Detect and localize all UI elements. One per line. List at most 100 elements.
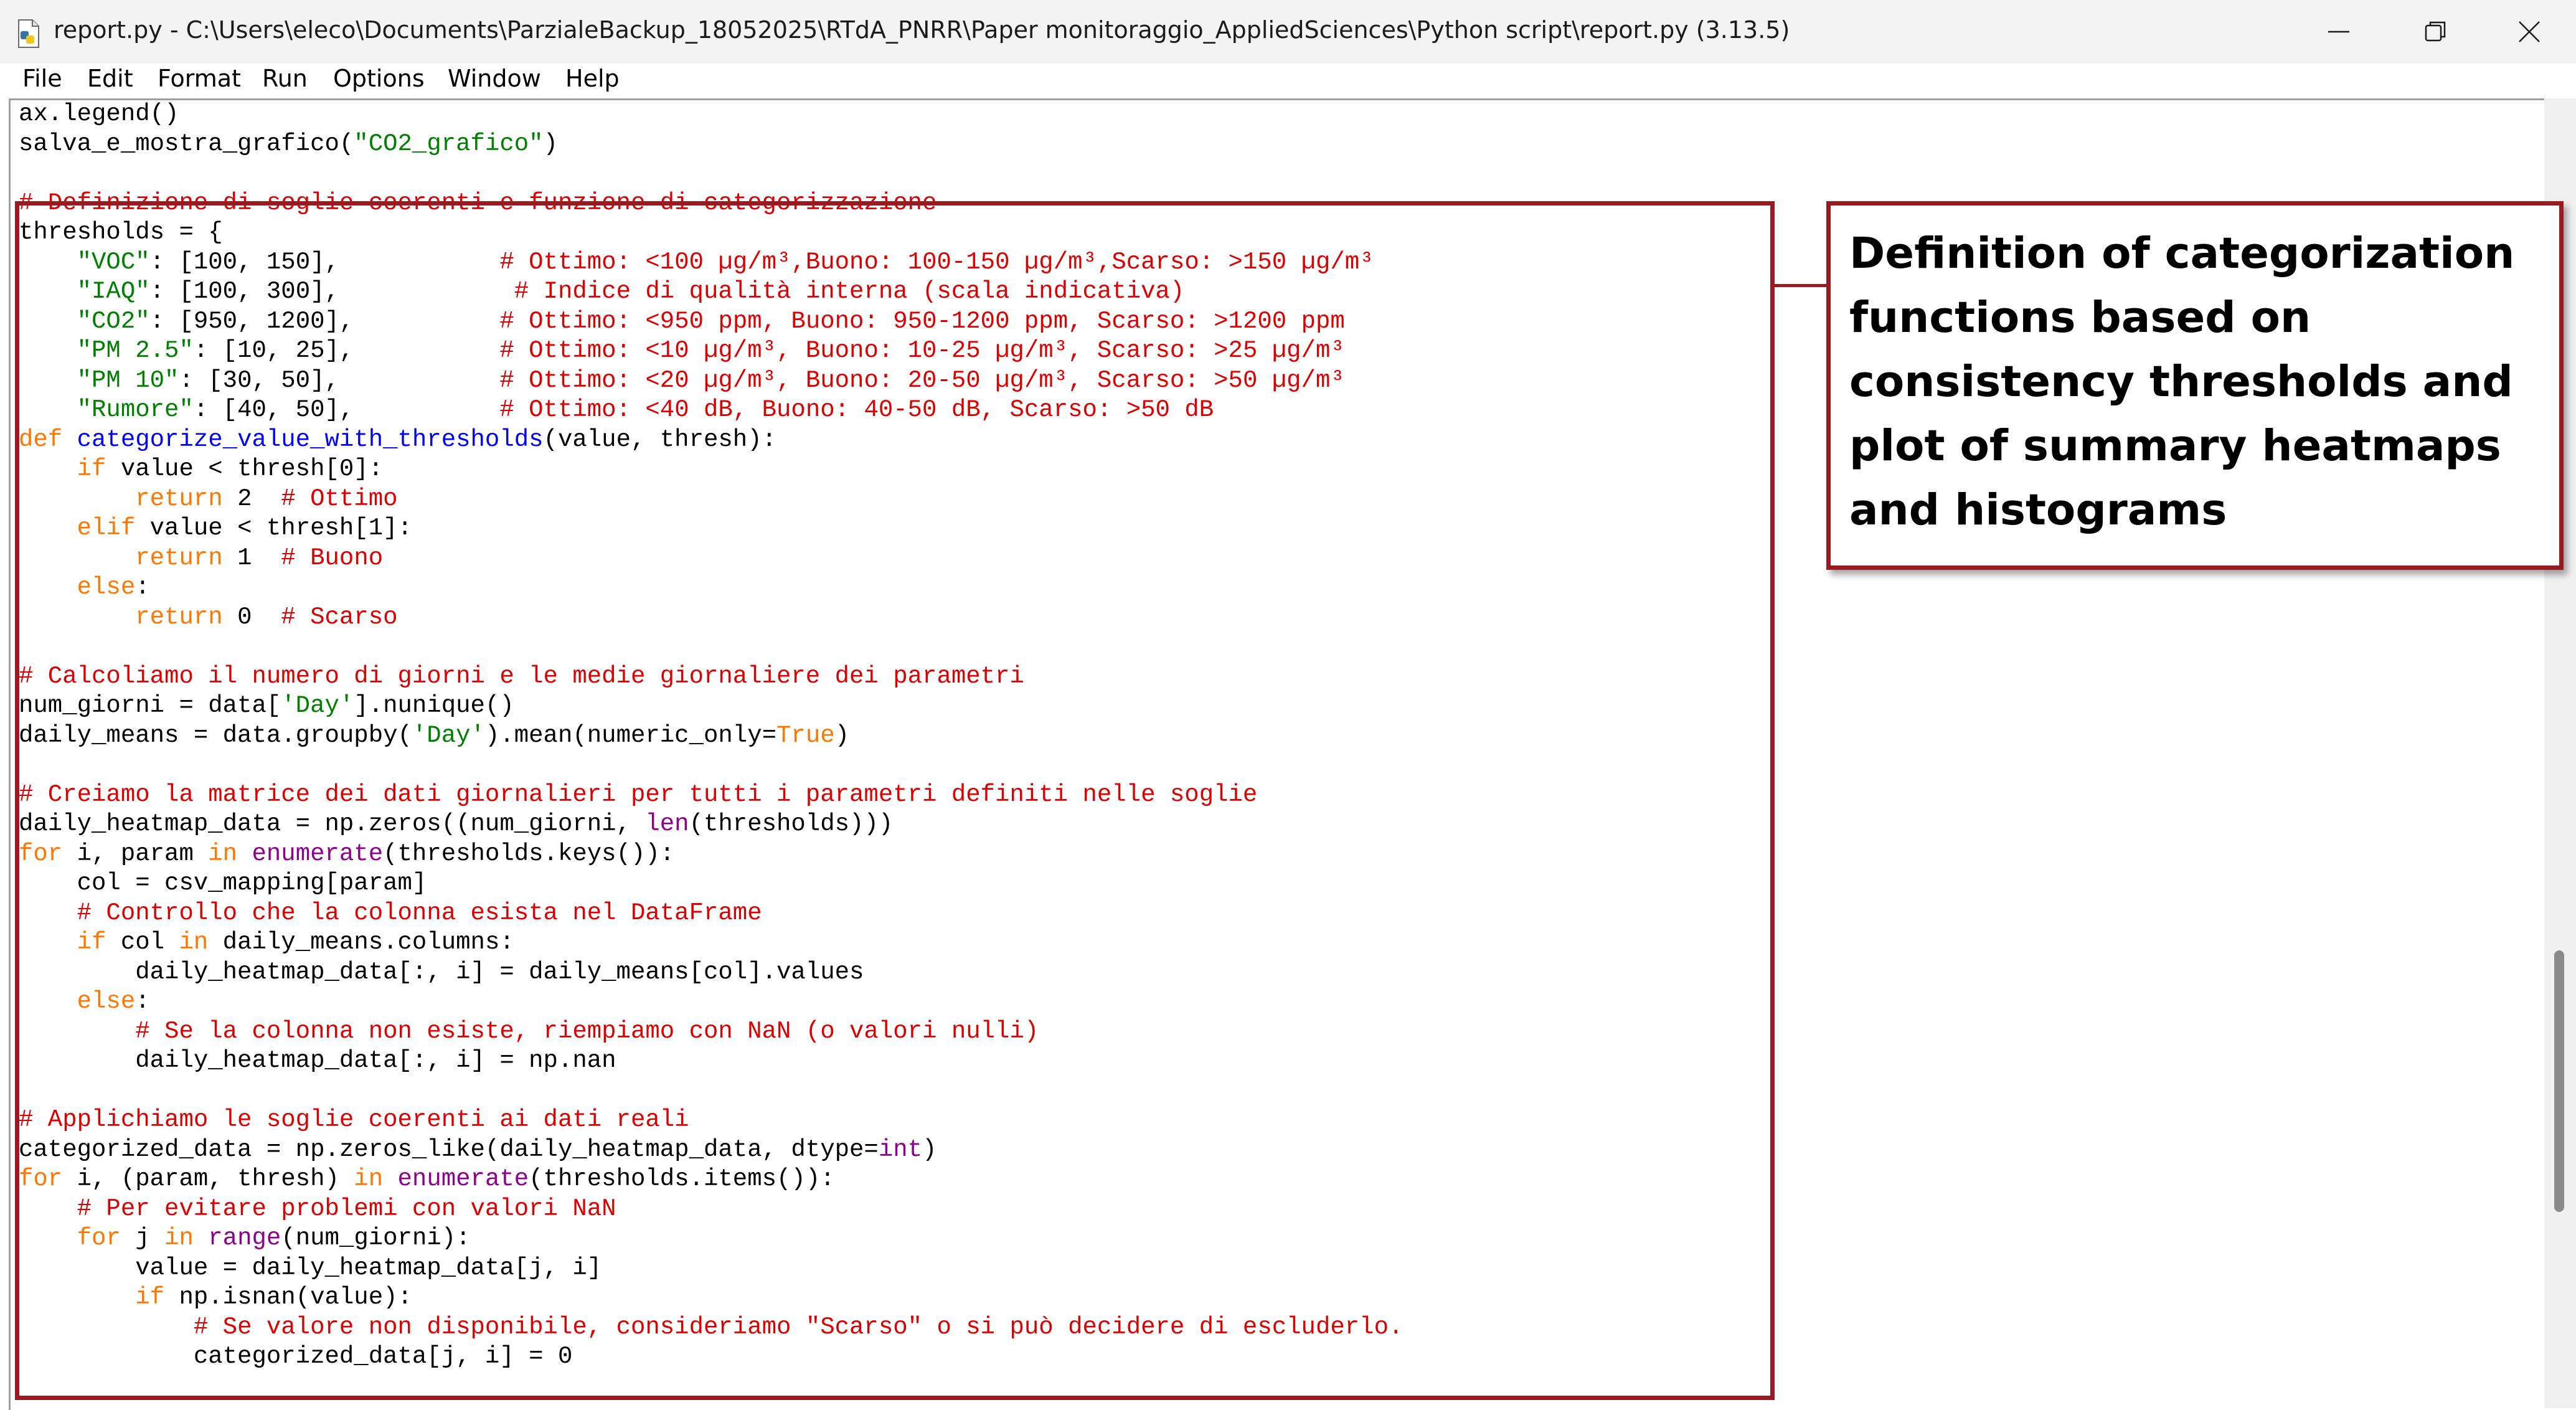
code-token: : [30, 50], <box>179 366 500 394</box>
code-token: else <box>77 574 136 601</box>
code-token: ).mean(numeric_only= <box>484 721 777 749</box>
code-token: : [950, 1200], <box>149 307 500 335</box>
maximize-icon <box>2425 21 2446 42</box>
code-line: categorized_data = np.zeros_like(daily_h… <box>19 1135 1403 1165</box>
maximize-button[interactable] <box>2389 0 2483 64</box>
code-line: daily_heatmap_data[:, i] = daily_means[c… <box>19 958 1403 988</box>
title-bar[interactable]: report.py - C:\Users\eleco\Documents\Par… <box>0 0 2576 64</box>
code-line: "VOC": [100, 150], # Ottimo: <100 µg/m³,… <box>19 248 1403 278</box>
code-token: daily_heatmap_data = np.zeros((num_giorn… <box>19 810 646 838</box>
code-token: thresholds = { <box>19 219 223 246</box>
code-line: # Se valore non disponibile, consideriam… <box>19 1313 1404 1343</box>
code-line: categorized_data[j, i] = 0 <box>19 1342 1403 1372</box>
code-token: "CO2_grafico" <box>354 130 544 158</box>
code-token: # Se valore non disponibile, consideriam… <box>193 1313 1404 1341</box>
menu-edit[interactable]: Edit <box>87 65 133 92</box>
code-line: else: <box>19 573 1403 603</box>
code-token: # Ottimo: <100 µg/m³,Buono: 100-150 µg/m… <box>499 248 1374 276</box>
code-token: col = csv_mapping[param] <box>19 869 427 897</box>
code-token: (num_giorni): <box>281 1224 471 1252</box>
menu-help[interactable]: Help <box>565 65 620 92</box>
code-line: daily_heatmap_data = np.zeros((num_giorn… <box>19 810 1403 840</box>
code-token: "VOC" <box>77 248 150 276</box>
close-icon <box>2519 21 2540 42</box>
code-token: in <box>164 1224 194 1252</box>
code-token: # Se la colonna non esiste, riempiamo co… <box>135 1017 1039 1045</box>
code-line: num_giorni = data['Day'].nunique() <box>19 691 1403 721</box>
code-line: # Se la colonna non esiste, riempiamo co… <box>19 1017 1403 1047</box>
code-token: : <box>135 988 150 1015</box>
code-line: daily_heatmap_data[:, i] = np.nan <box>19 1046 1403 1076</box>
menu-file[interactable]: File <box>22 65 62 92</box>
code-token: range <box>208 1224 281 1252</box>
code-token: len <box>645 810 689 838</box>
code-token: (thresholds))) <box>689 810 894 838</box>
code-token: categorized_data[j, i] = 0 <box>19 1343 573 1370</box>
code-line: for j in range(num_giorni): <box>19 1224 1403 1254</box>
menu-run[interactable]: Run <box>262 65 308 92</box>
close-button[interactable] <box>2483 0 2576 64</box>
code-token: num_giorni = data[ <box>19 692 281 719</box>
window-title: report.py - C:\Users\eleco\Documents\Par… <box>54 16 1790 44</box>
code-token: (value, thresh): <box>543 425 777 453</box>
code-token: # Calcoliamo il numero di giorni e le me… <box>19 662 1024 690</box>
code-token: return <box>135 485 223 513</box>
code-token: np.isnan(value): <box>164 1284 412 1311</box>
code-token: else <box>77 988 136 1015</box>
code-token: : <box>135 574 150 601</box>
code-token: # Buono <box>281 544 384 572</box>
code-token: if <box>77 929 106 956</box>
code-token: if <box>135 1284 165 1311</box>
code-token: daily_heatmap_data[:, i] = daily_means[c… <box>19 958 864 986</box>
code-line: "Rumore": [40, 50], # Ottimo: <40 dB, Bu… <box>19 395 1403 425</box>
code-token: value = daily_heatmap_data[j, i] <box>19 1254 602 1282</box>
menu-format[interactable]: Format <box>158 65 241 92</box>
code-token: # Creiamo la matrice dei dati giornalier… <box>19 780 1258 808</box>
code-line: if np.isnan(value): <box>19 1283 1403 1313</box>
code-token: # Per evitare problemi con valori NaN <box>77 1195 616 1223</box>
code-token: int <box>878 1135 923 1163</box>
code-token: 'Day' <box>412 721 485 749</box>
minimize-button[interactable] <box>2293 0 2386 64</box>
code-token: # Definizione di soglie coerenti e funzi… <box>19 189 937 217</box>
code-token: "Rumore" <box>77 396 194 423</box>
code-token: : [100, 150], <box>149 248 500 276</box>
code-line: elif value < thresh[1]: <box>19 514 1403 544</box>
code-token: # Indice di qualità interna (scala indic… <box>514 278 1185 305</box>
annotation-callout: Definition of categorization functions b… <box>1826 201 2564 570</box>
code-token: return <box>135 544 223 572</box>
code-token: i, param <box>62 840 209 868</box>
code-line: # Calcoliamo il numero di giorni e le me… <box>19 662 1403 692</box>
code-line: daily_means = data.groupby('Day').mean(n… <box>19 721 1403 751</box>
code-token: ) <box>834 721 850 749</box>
code-token: True <box>776 721 835 749</box>
code-token: categorize_value_with_thresholds <box>77 425 544 453</box>
code-line: "IAQ": [100, 300], # Indice di qualità i… <box>19 277 1403 307</box>
code-line: else: <box>19 987 1403 1017</box>
scrollbar-thumb[interactable] <box>2554 950 2564 1212</box>
code-token: # Ottimo <box>281 485 398 513</box>
code-token: ax.legend() <box>19 100 179 128</box>
code-text[interactable]: ax.legend() salva_e_mostra_grafico("CO2_g… <box>19 100 1403 1372</box>
code-token: # Ottimo: <20 µg/m³, Buono: 20-50 µg/m³,… <box>499 366 1345 394</box>
menu-window[interactable]: Window <box>448 65 541 92</box>
menu-options[interactable]: Options <box>333 65 425 92</box>
code-line: for i, param in enumerate(thresholds.key… <box>19 840 1403 869</box>
code-line: return 1 # Buono <box>19 544 1403 574</box>
code-line: return 0 # Scarso <box>19 603 1403 633</box>
code-line: # Applichiamo le soglie coerenti ai dati… <box>19 1105 1403 1135</box>
